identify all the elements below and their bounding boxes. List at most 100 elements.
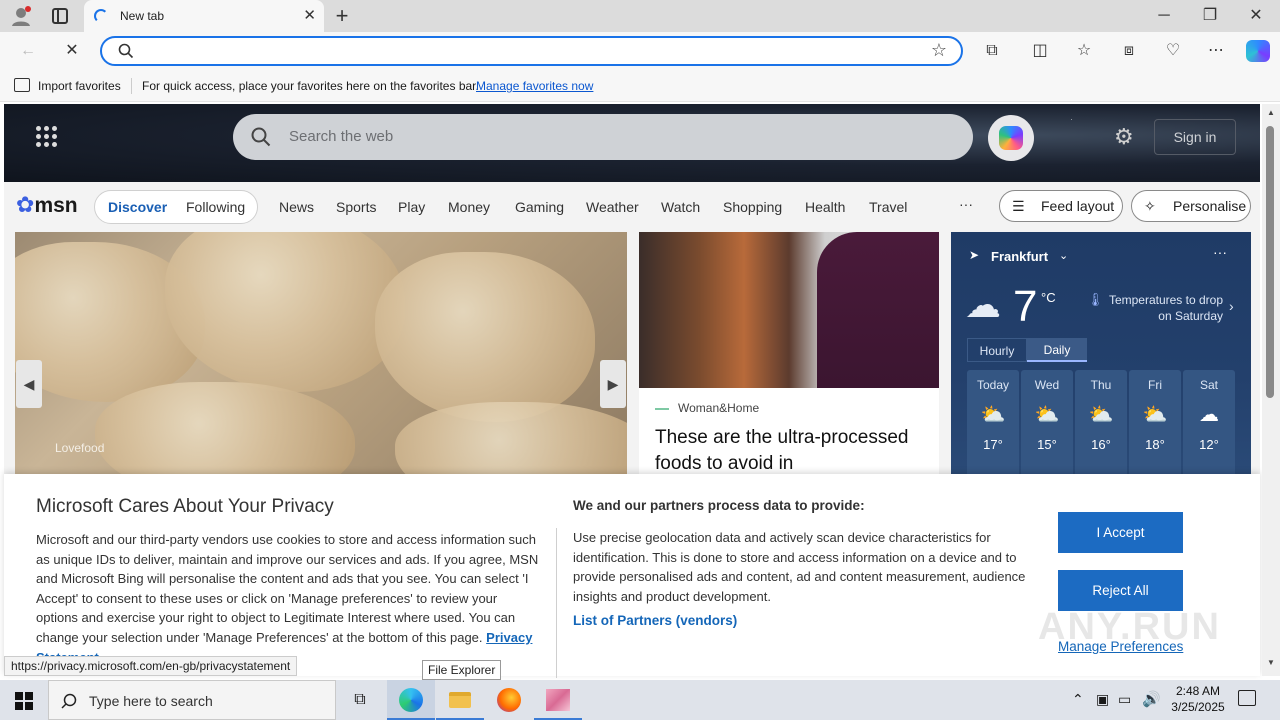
taskbar: Type here to search ⧉ ⌃ ▣ ▭ 🔊 2:48 AM 3/… xyxy=(0,680,1280,720)
msn-butterfly-icon: ✿ xyxy=(16,192,35,217)
file-explorer-tooltip: File Explorer xyxy=(422,660,502,680)
weather-card[interactable]: ➤ Frankfurt ⌄ ··· ☁ 7 °C 🌡 Temperatures … xyxy=(951,232,1251,474)
location-arrow-icon: ➤ xyxy=(969,248,980,262)
scroll-up-icon[interactable]: ▲ xyxy=(1267,108,1275,117)
nav-news[interactable]: News xyxy=(279,199,314,215)
task-view-icon[interactable]: ⧉ xyxy=(336,680,384,720)
scrollbar-thumb[interactable] xyxy=(1266,126,1274,398)
web-search-box[interactable]: Search the web xyxy=(233,114,973,160)
volume-icon[interactable]: 🔊 xyxy=(1142,690,1161,708)
app-icon[interactable] xyxy=(534,680,582,720)
notifications-icon[interactable] xyxy=(1238,690,1256,706)
weather-alert[interactable]: Temperatures to drop on Saturday xyxy=(1099,292,1223,324)
firefox-icon[interactable] xyxy=(485,680,533,720)
scroll-down-icon[interactable]: ▼ xyxy=(1267,658,1275,667)
nav-money[interactable]: Money xyxy=(448,199,490,215)
nav-gaming[interactable]: Gaming xyxy=(515,199,564,215)
favbar-divider xyxy=(131,78,132,94)
nav-watch[interactable]: Watch xyxy=(661,199,700,215)
more-menu-icon[interactable]: ⋯ xyxy=(1204,40,1228,62)
start-button[interactable] xyxy=(0,680,48,720)
show-hidden-icons-icon[interactable]: ⌃ xyxy=(1072,691,1084,708)
favorite-star-icon[interactable]: ☆ xyxy=(931,40,947,61)
profile-icon[interactable] xyxy=(10,5,32,27)
network-icon[interactable]: ▭ xyxy=(1118,691,1131,708)
favorites-icon[interactable]: ☆ xyxy=(1072,40,1096,62)
feed-layout-button[interactable]: ☰ Feed layout xyxy=(999,190,1123,222)
extensions-icon[interactable]: ⧉ xyxy=(980,40,1004,62)
personalise-button[interactable]: ✧ Personalise xyxy=(1131,190,1251,222)
web-search-placeholder: Search the web xyxy=(289,128,394,145)
copilot-icon[interactable] xyxy=(1246,40,1270,62)
import-favorites-icon xyxy=(14,78,30,92)
forecast-day[interactable]: Today ⛅ 17° xyxy=(967,370,1019,474)
back-arrow-icon[interactable]: ← xyxy=(16,40,40,62)
chevron-down-icon[interactable]: ⌄ xyxy=(1059,249,1068,262)
search-icon xyxy=(61,693,77,709)
import-favorites-button[interactable]: Import favorites xyxy=(38,79,121,93)
taskbar-search-box[interactable]: Type here to search xyxy=(48,680,336,720)
forecast-day[interactable]: Sat ☁ 12° xyxy=(1183,370,1235,474)
nav-travel[interactable]: Travel xyxy=(869,199,907,215)
device-icon[interactable]: ▣ xyxy=(1096,691,1109,708)
sign-in-button[interactable]: Sign in xyxy=(1154,119,1236,155)
clock-date: 3/25/2025 xyxy=(1171,700,1225,714)
nav-more-icon[interactable]: ··· xyxy=(959,196,973,212)
taskbar-clock[interactable]: 2:48 AM 3/25/2025 xyxy=(1166,683,1230,715)
minimize-button[interactable]: ─ xyxy=(1150,0,1178,32)
tab-new-tab[interactable]: New tab ✕ xyxy=(84,0,324,32)
tab-actions-icon[interactable] xyxy=(52,8,68,24)
tab-discover[interactable]: Discover xyxy=(108,199,167,215)
stop-loading-icon[interactable]: ✕ xyxy=(60,40,84,62)
chevron-right-icon[interactable]: › xyxy=(1229,298,1234,314)
tab-close-icon[interactable]: ✕ xyxy=(303,6,316,24)
manage-favorites-link[interactable]: Manage favorites now xyxy=(476,79,593,93)
nav-play[interactable]: Play xyxy=(398,199,425,215)
maximize-button[interactable]: ❐ xyxy=(1196,0,1224,32)
msn-logo[interactable]: ✿msn xyxy=(16,192,78,218)
nav-health[interactable]: Health xyxy=(805,199,845,215)
msn-nav: ✿msn Discover Following News Sports Play… xyxy=(4,182,1260,230)
close-window-button[interactable]: ✕ xyxy=(1242,0,1270,32)
tab-hourly[interactable]: Hourly xyxy=(967,338,1027,362)
dialog-divider xyxy=(556,528,557,678)
settings-gear-icon[interactable]: ⚙ xyxy=(1114,124,1134,150)
new-tab-button[interactable]: + xyxy=(330,0,354,32)
weather-more-icon[interactable]: ··· xyxy=(1213,244,1227,260)
partners-title: We and our partners process data to prov… xyxy=(573,498,865,513)
weather-city[interactable]: Frankfurt xyxy=(991,249,1048,264)
page-scrollbar[interactable]: ▲ ▼ xyxy=(1262,104,1280,676)
news-card[interactable]: Woman&Home These are the ultra-processed… xyxy=(639,232,939,474)
hero-news-card[interactable]: Lovefood xyxy=(15,232,627,474)
tab-title: New tab xyxy=(120,9,165,23)
nav-weather[interactable]: Weather xyxy=(586,199,639,215)
file-explorer-icon[interactable] xyxy=(436,680,484,720)
tab-daily[interactable]: Daily xyxy=(1027,338,1087,362)
tab-following[interactable]: Following xyxy=(186,199,245,215)
privacy-title: Microsoft Cares About Your Privacy xyxy=(36,496,334,517)
clock-time: 2:48 AM xyxy=(1175,684,1221,698)
copilot-icon xyxy=(999,126,1023,150)
source-logo-icon xyxy=(655,408,669,410)
forecast-day[interactable]: Wed ⛅ 15° xyxy=(1021,370,1073,474)
nav-sports[interactable]: Sports xyxy=(336,199,376,215)
page-header: Search the web ⚙ Sign in xyxy=(4,104,1260,182)
carousel-next-button[interactable]: ▶ xyxy=(600,360,626,408)
forecast-day[interactable]: Thu ⛅ 16° xyxy=(1075,370,1127,474)
nav-shopping[interactable]: Shopping xyxy=(723,199,782,215)
collections-icon[interactable]: ⧈ xyxy=(1117,40,1141,62)
carousel-prev-button[interactable]: ◀ xyxy=(16,360,42,408)
copilot-button[interactable] xyxy=(988,115,1034,161)
manage-preferences-link[interactable]: Manage Preferences xyxy=(1058,639,1183,654)
split-screen-icon[interactable]: ◫ xyxy=(1028,40,1052,62)
forecast-day[interactable]: Fri ⛅ 18° xyxy=(1129,370,1181,474)
address-bar[interactable]: ☆ xyxy=(100,36,963,66)
reject-all-button[interactable]: Reject All xyxy=(1058,570,1183,611)
accept-button[interactable]: I Accept xyxy=(1058,512,1183,553)
edge-taskbar-icon[interactable] xyxy=(387,680,435,720)
list-of-partners-link[interactable]: List of Partners (vendors) xyxy=(573,613,737,628)
address-input[interactable] xyxy=(142,42,922,60)
browser-essentials-icon[interactable]: ♡ xyxy=(1161,40,1185,62)
weather-temp: 7 xyxy=(1013,282,1038,331)
apps-grid-icon[interactable] xyxy=(36,126,58,148)
